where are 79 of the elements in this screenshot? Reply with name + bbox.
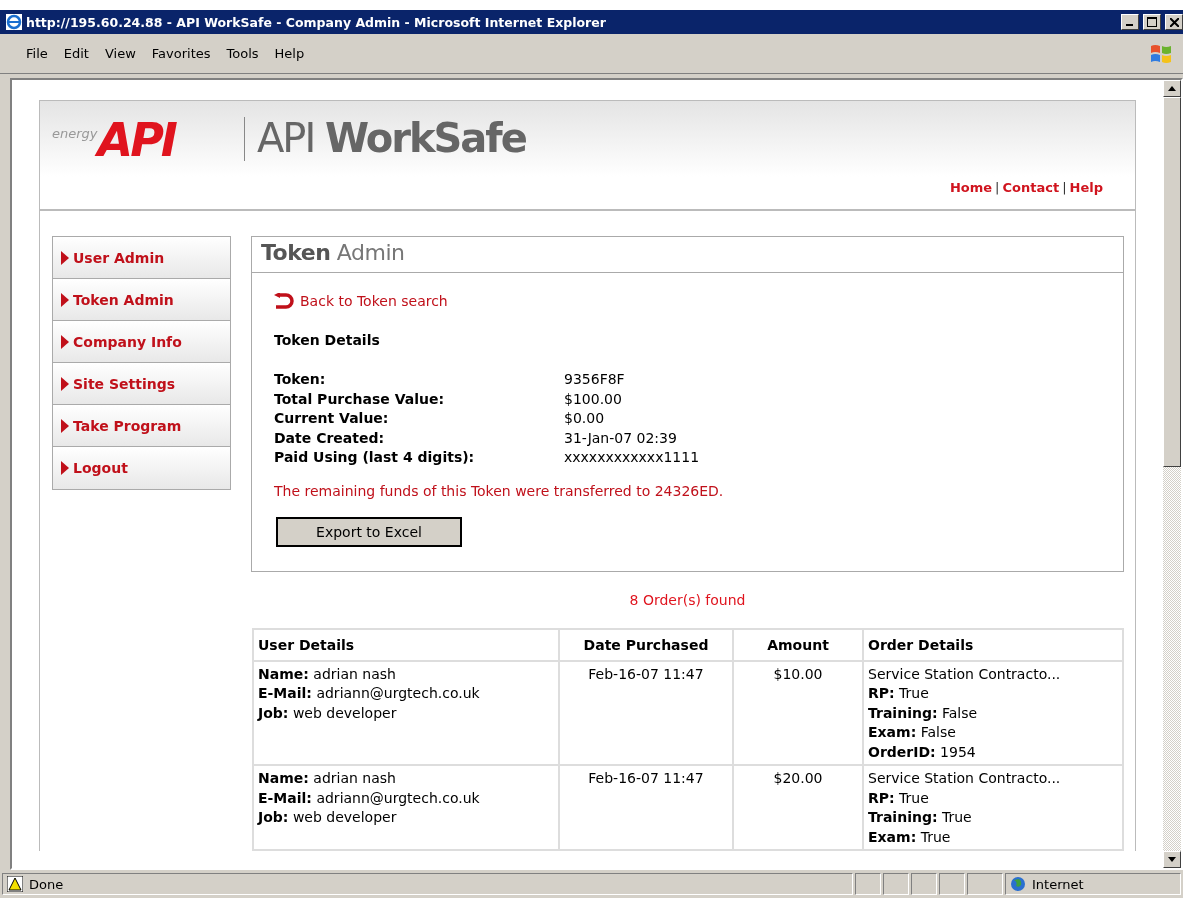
order-detail: Training: False [868,703,979,723]
detail-value: 31-Jan-07 02:39 [564,428,678,447]
close-icon [1169,17,1179,27]
amount: $20.00 [773,770,823,786]
amount: $10.00 [773,665,823,682]
order-detail: OrderID: 1954 [868,742,977,762]
scroll-up-button[interactable] [1163,80,1181,97]
triangle-icon [61,461,69,475]
warning-icon [7,876,23,892]
product-name: Service Station Contracto... [868,769,1062,788]
status-pane [967,873,1003,895]
detail-label: Total Purchase Value: [274,389,446,408]
user-detail: Name: adrian nash [258,664,397,684]
maximize-icon [1147,17,1157,27]
zone-text: Internet [1032,876,1084,892]
triangle-icon [61,418,69,433]
header-link[interactable]: Contact [1002,180,1060,195]
menu-item[interactable]: Tools [226,46,259,61]
menu-item[interactable]: Help [274,46,305,61]
user-detail: Job: web developer [258,808,398,827]
status-pane [939,873,965,895]
detail-label: Current Value: [274,409,390,428]
detail-label: Date Created: [274,428,386,447]
user-detail: Job: web developer [258,703,398,723]
order-detail: RP: True [868,684,930,703]
detail-value: $0.00 [564,409,606,428]
user-detail: Name: adrian nash [258,769,397,788]
order-count: 8 Order(s) found [628,591,747,608]
link-separator: | [995,180,1000,195]
date-purchased: Feb-16-07 11:47 [588,665,704,682]
menu-item[interactable]: Edit [63,46,89,61]
down-arrow-icon [1168,857,1176,862]
triangle-icon [61,334,69,349]
status-pane [883,873,909,895]
detail-label: Paid Using (last 4 digits): [274,448,476,467]
menu-item[interactable]: Favorites [151,46,211,61]
globe-icon [1010,876,1026,892]
product-name: Service Station Contracto... [868,664,1062,684]
column-header: Order Details [863,628,1123,661]
windows-logo-icon [1149,42,1173,66]
column-header: Amount [733,628,863,661]
maximize-button[interactable] [1143,14,1161,30]
panel-title: Token Admin [252,237,1123,273]
minimize-button[interactable] [1121,14,1139,30]
menu-item[interactable]: File [26,46,48,61]
user-detail: E-Mail: adriann@urgtech.co.uk [258,684,481,703]
section-title: Token Details [274,332,381,348]
header-link[interactable]: Help [1069,180,1103,195]
status-pane [911,873,937,895]
user-detail: E-Mail: adriann@urgtech.co.uk [258,788,481,808]
triangle-icon [61,376,69,391]
triangle-icon [61,292,69,307]
back-link[interactable]: Back to Token search [274,293,448,309]
detail-value: $100.00 [564,389,623,408]
order-detail: Exam: True [868,827,952,847]
transfer-notice: The remaining funds of this Token were transferred to 24326ED. [274,482,725,499]
site-title: API WorkSafe [257,114,526,163]
order-detail: Training: True [868,808,973,827]
detail-value: 9356F8F [564,370,626,389]
link-separator: | [1062,180,1067,195]
menu-item[interactable]: View [104,46,136,61]
window-title: http://195.60.24.88 - API WorkSafe - Company Admin - Microsoft Internet Explorer [26,14,607,30]
column-header: User Details [253,628,559,661]
date-purchased: Feb-16-07 11:47 [588,770,704,786]
status-pane [855,873,881,895]
browser-icon [6,14,22,30]
scroll-down-button[interactable] [1163,851,1181,868]
detail-value: xxxxxxxxxxxx1111 [564,448,701,467]
triangle-icon [61,250,69,265]
detail-label: Token: [274,370,327,389]
up-arrow-icon [1168,86,1176,91]
column-header: Date Purchased [559,628,733,661]
back-arrow-icon [274,293,294,309]
status-text: Done [29,876,64,892]
order-detail: RP: True [868,788,930,808]
export-button[interactable]: Export to Excel [276,516,462,547]
order-detail: Exam: False [868,723,957,742]
header-link[interactable]: Home [949,180,993,195]
close-button[interactable] [1165,14,1183,30]
